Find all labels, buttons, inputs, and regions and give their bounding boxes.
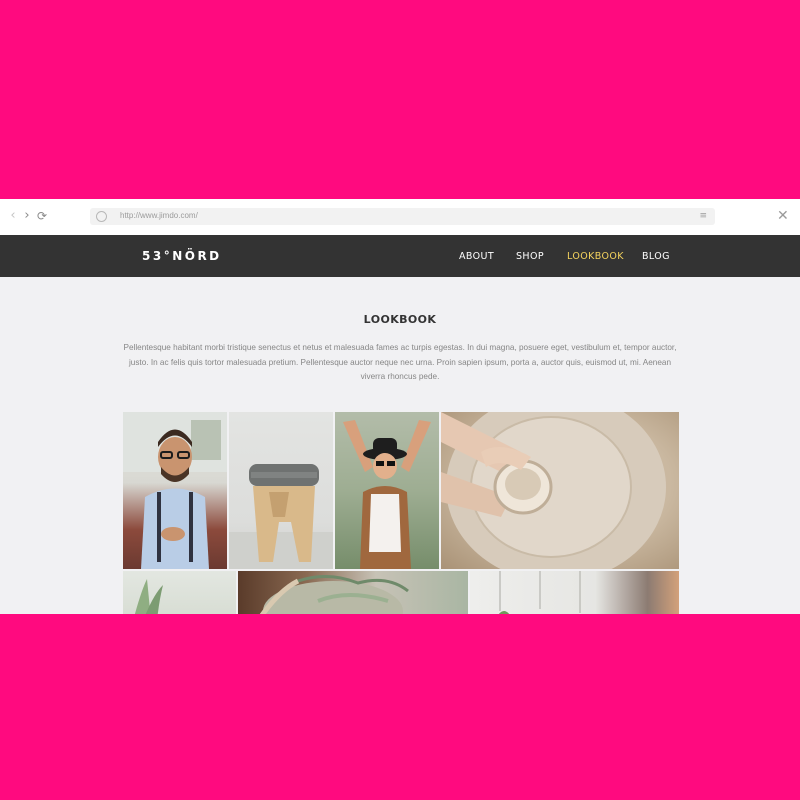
page-title: LOOKBOOK: [363, 313, 437, 326]
site-header: 53°NÖRD ABOUT SHOP LOOKBOOK BLOG: [0, 235, 800, 277]
nav-about[interactable]: ABOUT: [459, 251, 494, 262]
pottery-wheel-photo[interactable]: [441, 412, 679, 569]
nav-lookbook[interactable]: LOOKBOOK: [567, 251, 624, 262]
hanging-plants-photo[interactable]: [470, 571, 679, 614]
wooden-stool-photo[interactable]: [229, 412, 333, 569]
globe-icon: [96, 211, 107, 222]
url-text[interactable]: http://www.jimdo.com/: [120, 211, 198, 220]
nav-shop[interactable]: SHOP: [516, 251, 544, 262]
back-icon[interactable]: ‹: [6, 209, 20, 223]
woman-with-hat-photo[interactable]: [335, 412, 439, 569]
nav-blog[interactable]: BLOG: [642, 251, 670, 262]
browser-window: ‹ › ⟳ http://www.jimdo.com/ ≡ ✕ 53°NÖRD …: [0, 199, 800, 614]
address-bar[interactable]: http://www.jimdo.com/ ≡: [90, 208, 715, 225]
reload-icon[interactable]: ⟳: [35, 209, 49, 223]
intro-paragraph: Pellentesque habitant morbi tristique se…: [123, 343, 677, 381]
site-logo[interactable]: 53°NÖRD: [142, 249, 222, 263]
man-with-phone-photo[interactable]: [123, 412, 227, 569]
close-icon[interactable]: ✕: [777, 208, 789, 224]
browser-toolbar: ‹ › ⟳ http://www.jimdo.com/ ≡ ✕: [0, 199, 800, 235]
menu-icon[interactable]: ≡: [699, 211, 707, 221]
plant-photo[interactable]: [123, 571, 236, 614]
succulent-basket-photo[interactable]: [238, 571, 468, 614]
forward-icon[interactable]: ›: [20, 209, 34, 223]
